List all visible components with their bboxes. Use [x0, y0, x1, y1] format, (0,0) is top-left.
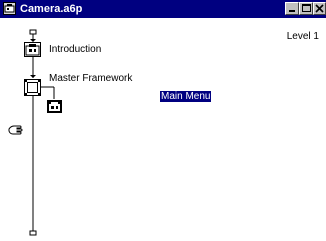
introduction-label[interactable]: Introduction [49, 44, 101, 56]
map-icon [47, 100, 62, 113]
master-framework-icon[interactable] [24, 79, 41, 96]
main-menu-selected-label[interactable]: Main Menu [160, 91, 212, 102]
master-framework-label[interactable]: Master Framework [49, 73, 132, 85]
window-title: Camera.a6p [20, 3, 83, 15]
authorware-file-icon[interactable] [3, 2, 16, 15]
framework-icon [24, 79, 41, 96]
minimize-button[interactable] [285, 2, 299, 15]
flowline [29, 29, 55, 236]
title-bar[interactable]: Camera.a6p [0, 0, 326, 18]
introduction-map-icon[interactable] [24, 42, 41, 57]
maximize-button[interactable] [299, 2, 313, 15]
map-icon [25, 44, 40, 56]
level-indicator: Level 1 [286, 31, 319, 42]
close-button[interactable] [313, 2, 326, 15]
authorware-design-window: Camera.a6p Level 1 Introduction Master F… [0, 0, 326, 241]
paste-hand-icon[interactable] [8, 123, 24, 135]
main-menu-map-icon[interactable] [47, 100, 62, 113]
